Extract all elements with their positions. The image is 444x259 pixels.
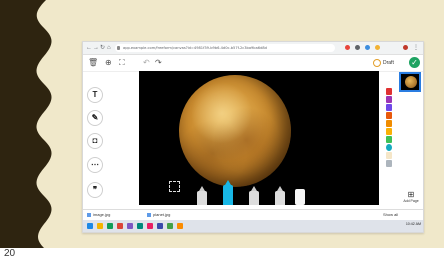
- draft-status: Draft: [373, 57, 394, 69]
- lasso-tool[interactable]: [169, 181, 180, 192]
- lock-icon: [117, 46, 120, 50]
- text-tool-button[interactable]: T: [87, 87, 103, 103]
- download-item[interactable]: image.jpg: [87, 212, 110, 218]
- slide: ← → ↻ ⌂ app.example.com/freeform/canvas?…: [0, 0, 444, 259]
- show-all-downloads-link[interactable]: Show all: [383, 212, 398, 218]
- planet-image: [179, 75, 291, 187]
- text-tool-icon: T: [92, 90, 98, 99]
- pencil-tool[interactable]: [275, 186, 285, 205]
- camera-tool-button[interactable]: ◘: [87, 133, 103, 149]
- page-number: 20: [4, 248, 16, 259]
- quote-icon: ❞: [92, 185, 98, 194]
- taskbar-app-icon[interactable]: [157, 223, 163, 229]
- wavy-border-decoration: [0, 0, 52, 248]
- taskbar-app-icon[interactable]: [127, 223, 133, 229]
- pen-icon: ✎: [91, 113, 99, 122]
- screenshot-frame: ← → ↻ ⌂ app.example.com/freeform/canvas?…: [82, 41, 424, 233]
- done-button[interactable]: ✓: [409, 57, 420, 68]
- start-button[interactable]: [87, 223, 93, 229]
- address-bar[interactable]: app.example.com/freeform/canvas?id=4981f…: [115, 44, 335, 52]
- quote-tool-button[interactable]: ❞: [87, 182, 103, 198]
- color-swatch[interactable]: [386, 120, 392, 127]
- extension-icon[interactable]: [365, 45, 370, 50]
- download-item-label: planet.jpg: [153, 212, 171, 217]
- menu-kebab-icon[interactable]: ⋮: [413, 44, 419, 52]
- pen-tool-button[interactable]: ✎: [87, 110, 103, 126]
- more-tools-button[interactable]: ⋯: [87, 157, 103, 173]
- taskbar-clock: 10:42 AM: [405, 222, 421, 226]
- eraser-tool[interactable]: [295, 189, 305, 205]
- taskbar-app-icon[interactable]: [117, 223, 123, 229]
- extension-icon[interactable]: [375, 45, 380, 50]
- browser-chrome: ← → ↻ ⌂ app.example.com/freeform/canvas?…: [83, 42, 423, 55]
- file-icon: [147, 213, 151, 217]
- color-swatch[interactable]: [386, 112, 392, 119]
- app-toolbar: 🗑 ⊕ ⛶ ↶ ↷ Draft ✓: [83, 55, 423, 72]
- back-arrow-icon[interactable]: ←: [86, 44, 92, 52]
- redo-icon[interactable]: ↷: [155, 57, 162, 69]
- more-icon: ⋯: [91, 160, 99, 169]
- color-swatch[interactable]: [386, 160, 392, 167]
- extension-icon[interactable]: [355, 45, 360, 50]
- add-page-button[interactable]: ⊞ Add Page: [401, 190, 421, 206]
- zoom-in-icon[interactable]: ⊕: [105, 57, 112, 69]
- forward-arrow-icon[interactable]: →: [93, 44, 99, 52]
- draft-label: Draft: [383, 60, 394, 66]
- color-swatch[interactable]: [386, 96, 392, 103]
- fullscreen-icon[interactable]: ⛶: [119, 57, 125, 69]
- taskbar-app-icon[interactable]: [107, 223, 113, 229]
- add-page-label: Add Page: [403, 199, 419, 203]
- color-palette: [386, 88, 392, 176]
- draft-status-icon: [373, 59, 381, 67]
- camera-icon: ◘: [92, 136, 98, 145]
- add-page-icon: ⊞: [407, 190, 415, 199]
- page-thumbnail[interactable]: [399, 72, 421, 92]
- extension-icon[interactable]: [345, 45, 350, 50]
- download-item[interactable]: planet.jpg: [147, 212, 170, 218]
- profile-avatar[interactable]: [403, 45, 408, 50]
- taskbar-app-icon[interactable]: [177, 223, 183, 229]
- url-text: app.example.com/freeform/canvas?id=4981f…: [123, 46, 267, 50]
- drawing-tools-tray: [165, 180, 305, 205]
- taskbar-app-icon[interactable]: [167, 223, 173, 229]
- home-icon[interactable]: ⌂: [107, 44, 111, 52]
- color-swatch[interactable]: [386, 128, 392, 135]
- drawing-canvas[interactable]: [139, 71, 379, 205]
- trash-icon[interactable]: 🗑: [88, 57, 98, 69]
- highlighter-tool[interactable]: [249, 186, 259, 205]
- taskbar-app-icon[interactable]: [137, 223, 143, 229]
- undo-icon[interactable]: ↶: [143, 57, 150, 69]
- color-swatch-selected[interactable]: [386, 144, 392, 151]
- pen-tool[interactable]: [197, 186, 207, 205]
- file-icon: [87, 213, 91, 217]
- color-swatch[interactable]: [386, 136, 392, 143]
- color-swatch[interactable]: [386, 88, 392, 95]
- color-swatch[interactable]: [386, 104, 392, 111]
- reload-icon[interactable]: ↻: [100, 44, 105, 52]
- taskbar-app-icon[interactable]: [147, 223, 153, 229]
- taskbar: 10:42 AM: [83, 220, 423, 232]
- thumbnail-planet-image: [405, 76, 417, 88]
- marker-tool[interactable]: [223, 180, 233, 205]
- taskbar-app-icon[interactable]: [97, 223, 103, 229]
- color-swatch[interactable]: [386, 152, 392, 159]
- downloads-bar: image.jpg planet.jpg Show all: [83, 209, 423, 220]
- download-item-label: image.jpg: [93, 212, 111, 217]
